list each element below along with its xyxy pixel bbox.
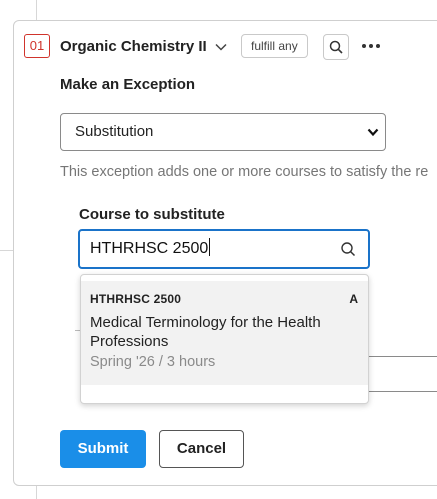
exception-type-value: Substitution	[75, 123, 154, 140]
search-icon	[329, 40, 343, 54]
outline-guide-line	[0, 250, 14, 251]
course-title: Organic Chemistry II	[60, 38, 207, 55]
result-course-code: HTHRHSC 2500	[90, 292, 182, 306]
result-grade: A	[349, 292, 358, 306]
course-search-input[interactable]: HTHRHSC 2500	[78, 229, 370, 269]
chevron-down-icon	[215, 43, 227, 51]
submit-button[interactable]: Submit	[60, 430, 146, 468]
course-result-option[interactable]: HTHRHSC 2500 A Medical Terminology for t…	[81, 281, 368, 385]
fulfill-rule-badge[interactable]: fulfill any	[241, 34, 308, 58]
exception-type-select[interactable]: Substitution	[60, 113, 386, 151]
course-substitute-label: Course to substitute	[79, 206, 225, 223]
course-search-value: HTHRHSC 2500	[90, 240, 209, 257]
result-course-name: Medical Terminology for the Health Profe…	[90, 314, 321, 350]
search-button[interactable]	[323, 34, 349, 60]
text-caret	[209, 238, 211, 256]
expand-toggle-button[interactable]	[210, 36, 232, 58]
more-options-button[interactable]	[358, 34, 384, 58]
more-horizontal-icon	[362, 44, 366, 48]
exception-heading: Make an Exception	[60, 76, 196, 93]
chevron-down-icon	[367, 128, 379, 137]
outline-guide-line	[36, 486, 37, 499]
search-icon	[341, 242, 356, 257]
course-results-dropdown: HTHRHSC 2500 A Medical Terminology for t…	[80, 274, 369, 404]
outline-guide-line	[36, 0, 37, 20]
exception-help-text: This exception adds one or more courses …	[60, 164, 429, 180]
cancel-button[interactable]: Cancel	[159, 430, 244, 468]
requirement-number-badge: 01	[24, 34, 50, 58]
result-term-hours: Spring '26 / 3 hours	[90, 354, 216, 370]
obscured-input-field[interactable]	[360, 356, 437, 392]
